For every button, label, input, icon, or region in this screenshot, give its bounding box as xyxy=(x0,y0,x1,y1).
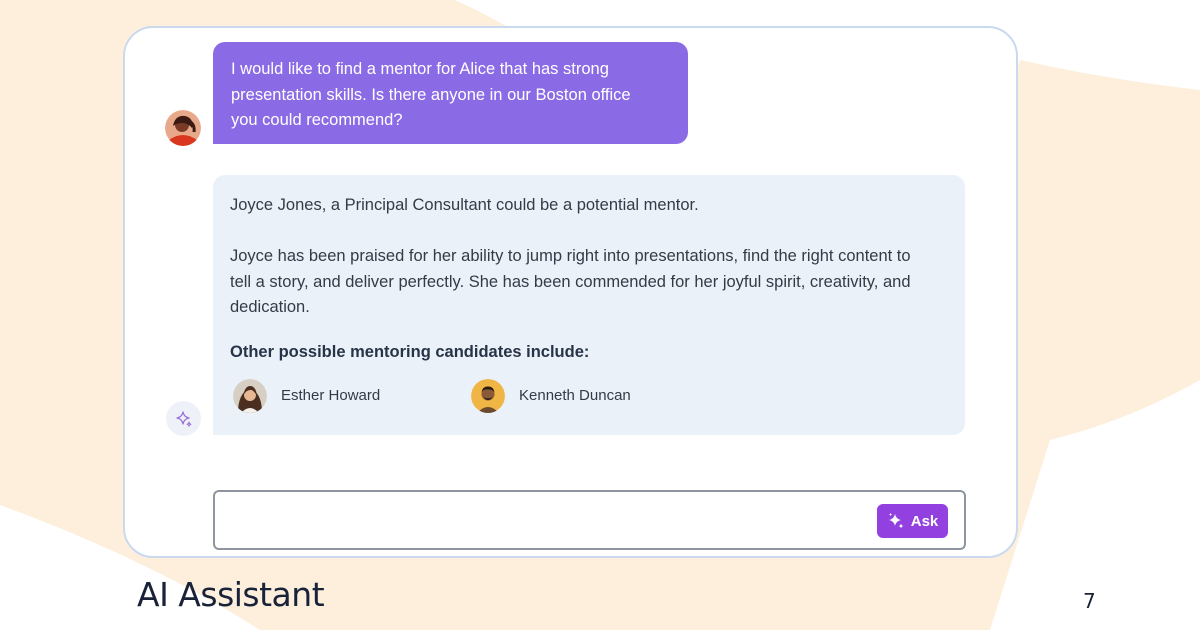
user-message-line: presentation skills. Is there anyone in … xyxy=(231,85,631,104)
assistant-paragraph-line: dedication. xyxy=(230,298,310,316)
user-avatar xyxy=(165,110,201,146)
sparkle-icon xyxy=(175,410,191,427)
candidate-kenneth-duncan[interactable]: Kenneth Duncan xyxy=(471,379,631,413)
candidate-name: Esther Howard xyxy=(281,387,381,405)
avatar xyxy=(233,379,267,413)
message-input-box[interactable]: Ask xyxy=(213,490,966,550)
page-number: 7 xyxy=(1083,589,1096,613)
message-input[interactable] xyxy=(229,506,873,536)
assistant-paragraph-line: Joyce has been praised for her ability t… xyxy=(230,247,911,265)
assistant-paragraph-line: tell a story, and deliver perfectly. She… xyxy=(230,272,911,291)
ask-button[interactable]: Ask xyxy=(877,504,948,538)
assistant-avatar xyxy=(166,401,201,436)
avatar xyxy=(471,379,505,413)
candidate-name: Kenneth Duncan xyxy=(519,387,631,405)
sparkle-icon xyxy=(887,512,905,530)
user-message-line: I would like to find a mentor for Alice … xyxy=(231,60,609,78)
ask-button-label: Ask xyxy=(910,512,939,530)
candidates-list: Esther Howard Kenneth Duncan xyxy=(230,379,948,419)
slide-title: AI Assistant xyxy=(137,575,325,614)
assistant-message-bubble: Joyce Jones, a Principal Consultant coul… xyxy=(213,175,965,435)
assistant-paragraph: Joyce has been praised for her ability t… xyxy=(230,244,948,321)
user-message-bubble: I would like to find a mentor for Alice … xyxy=(213,42,688,144)
candidates-heading: Other possible mentoring candidates incl… xyxy=(230,342,590,361)
candidate-esther-howard[interactable]: Esther Howard xyxy=(233,379,380,413)
assistant-paragraph: Joyce Jones, a Principal Consultant coul… xyxy=(230,196,699,214)
user-message-line: you could recommend? xyxy=(231,111,403,129)
